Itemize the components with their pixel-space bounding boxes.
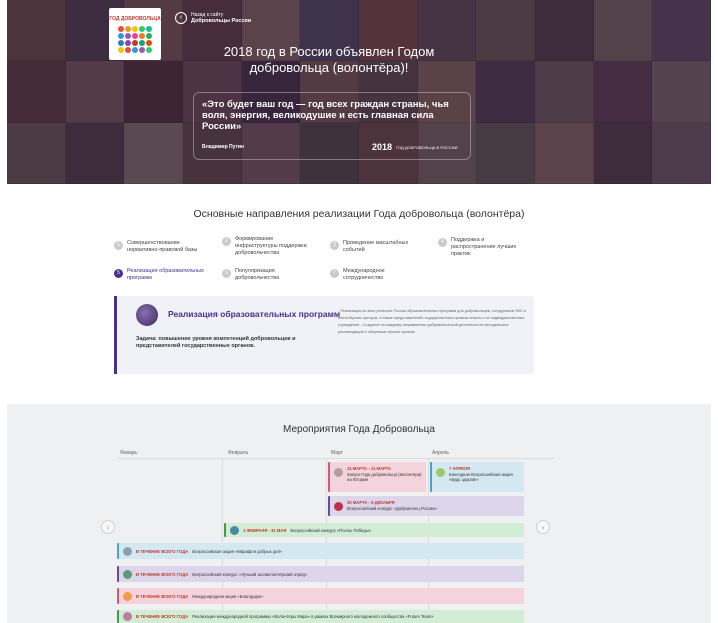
event-item[interactable]: 1 ФЕВРАЛЯ - 31 МАЯ Всероссийский конкурс… — [224, 523, 524, 537]
direction-card-task: Задача: повышение уровня компетенций доб… — [136, 336, 296, 349]
direction-number: 6 — [222, 269, 231, 278]
event-item[interactable]: В ТЕЧЕНИЕ ВСЕГО ГОДА Международная акция… — [117, 588, 524, 604]
events-title: Мероприятия Года Добровольца — [283, 424, 435, 435]
direction-item-7[interactable]: 7 Международное сотрудничество — [330, 268, 422, 282]
hero-title: 2018 год в России объявлен Годом доброво… — [223, 44, 435, 75]
event-date: В ТЕЧЕНИЕ ВСЕГО ГОДА — [136, 548, 189, 554]
event-icon — [334, 468, 343, 477]
month-february: Февраль — [228, 450, 249, 456]
year-of-volunteer-logo[interactable]: ГОД ДОБРОВОЛЬЦА — [109, 8, 161, 60]
direction-number: 1 — [114, 241, 123, 250]
back-to-site-link[interactable]: ‹ Назад к сайту Добровольцы России — [175, 12, 251, 24]
direction-label: Международное сотрудничество — [343, 268, 385, 281]
event-date: 1 ФЕВРАЛЯ - 31 МАЯ — [243, 527, 287, 533]
timeline-divider — [117, 458, 554, 459]
direction-label: Популяризация добровольчества — [235, 268, 280, 281]
card-accent-bar — [114, 296, 117, 374]
directions-title: Основные направления реализации Года доб… — [193, 208, 525, 220]
year-badge: 2018 ГОД ДОБРОВОЛЬЦА В РОССИИ — [372, 142, 458, 152]
timeline-prev-button[interactable]: ‹ — [101, 520, 115, 534]
event-date: В ТЕЧЕНИЕ ВСЕГО ГОДА — [136, 571, 189, 577]
event-item[interactable]: В ТЕЧЕНИЕ ВСЕГО ГОДА Реализация междунар… — [117, 610, 524, 623]
logo-dots-icon — [118, 25, 152, 53]
event-text: Всероссийский конкурс «Лучший экоэволонт… — [192, 571, 308, 577]
event-text: Реализация международной программы «Воло… — [192, 614, 434, 619]
event-text: Запуск Года добровольца (волонтёра) на Ю… — [347, 471, 422, 483]
direction-number: 2 — [222, 237, 231, 246]
direction-item-2[interactable]: 2 Формирование инфраструктуры поддержки … — [222, 236, 314, 257]
event-text: Всероссийский конкурс «Послы Победы» — [290, 527, 372, 533]
quote-text: «Это будет ваш год — год всех граждан ст… — [202, 99, 449, 132]
month-april: Апрель — [432, 450, 449, 456]
direction-label: Проведение масштабных событий — [343, 240, 409, 253]
event-text: Всероссийская акция «Марафон добрых дел» — [192, 548, 283, 554]
direction-item-5[interactable]: 5 Реализация образовательных программ — [114, 268, 206, 282]
direction-avatar — [136, 304, 158, 326]
year-number: 2018 — [372, 142, 393, 152]
direction-item-4[interactable]: 4 Поддержка и распространение лучших пра… — [438, 237, 530, 258]
direction-item-3[interactable]: 3 Проведение масштабных событий — [330, 240, 422, 254]
direction-card-title: Реализация образовательных программ — [168, 309, 341, 319]
direction-label: Совершенствование нормативно-правовой ба… — [127, 240, 198, 253]
direction-label: Поддержка и распространение лучших практ… — [451, 237, 517, 257]
event-icon — [334, 502, 343, 511]
hero-banner: ГОД ДОБРОВОЛЬЦА ‹ Назад к сайту Добровол… — [7, 0, 711, 184]
direction-number: 3 — [330, 241, 339, 250]
direction-number: 4 — [438, 238, 447, 247]
event-icon — [123, 569, 132, 579]
direction-item-1[interactable]: 1 Совершенствование нормативно-правовой … — [114, 240, 206, 254]
event-date: В ТЕЧЕНИЕ ВСЕГО ГОДА — [136, 614, 189, 619]
logo-text: ГОД ДОБРОВОЛЬЦА — [109, 15, 161, 22]
event-icon — [436, 468, 445, 477]
direction-detail-card: Реализация образовательных программ Зада… — [114, 296, 534, 374]
back-link-label: Добровольцы России — [191, 18, 252, 24]
direction-item-6[interactable]: 6 Популяризация добровольчества — [222, 268, 314, 282]
direction-card-description: - Реализация во всех регионах России обр… — [338, 309, 526, 334]
event-icon — [123, 612, 132, 621]
event-date: В ТЕЧЕНИЕ ВСЕГО ГОДА — [136, 593, 189, 599]
direction-number: 5 — [114, 269, 123, 278]
direction-label: Реализация образовательных программ — [127, 268, 204, 281]
direction-number: 7 — [330, 269, 339, 278]
direction-label: Формирование инфраструктуры поддержки до… — [235, 236, 307, 256]
event-text: Всероссийский конкурс «Доброволец России… — [347, 505, 438, 511]
year-label: ГОД ДОБРОВОЛЬЦА В РОССИИ — [396, 144, 458, 150]
event-item[interactable]: 7 АПРЕЛЯ Ежегодная Всероссийская акция «Б… — [430, 462, 524, 492]
quote-box: «Это будет ваш год — год всех граждан ст… — [193, 92, 471, 160]
event-text: Международная акция «Благодарю» — [192, 593, 264, 599]
quote-author: Владимир Путин — [202, 144, 245, 150]
event-item[interactable]: В ТЕЧЕНИЕ ВСЕГО ГОДА Всероссийская акция… — [117, 543, 524, 559]
timeline-next-button[interactable]: › — [536, 520, 550, 534]
event-item[interactable]: В ТЕЧЕНИЕ ВСЕГО ГОДА Всероссийский конку… — [117, 566, 524, 582]
event-icon — [123, 591, 132, 601]
month-january: Январь — [120, 450, 138, 456]
month-march: Март — [331, 450, 343, 456]
event-icon — [230, 525, 239, 535]
event-item[interactable]: 30 МАРТА - 5 ДЕКАБРЯ Всероссийский конкур… — [328, 496, 524, 516]
arrow-left-icon: ‹ — [175, 12, 187, 24]
event-text: Ежегодная Всероссийская акция «Будь здор… — [449, 471, 513, 483]
event-item[interactable]: 11 МАРТА - 11 МАРТА Запуск Года доброволь… — [328, 462, 426, 492]
event-icon — [123, 546, 132, 556]
